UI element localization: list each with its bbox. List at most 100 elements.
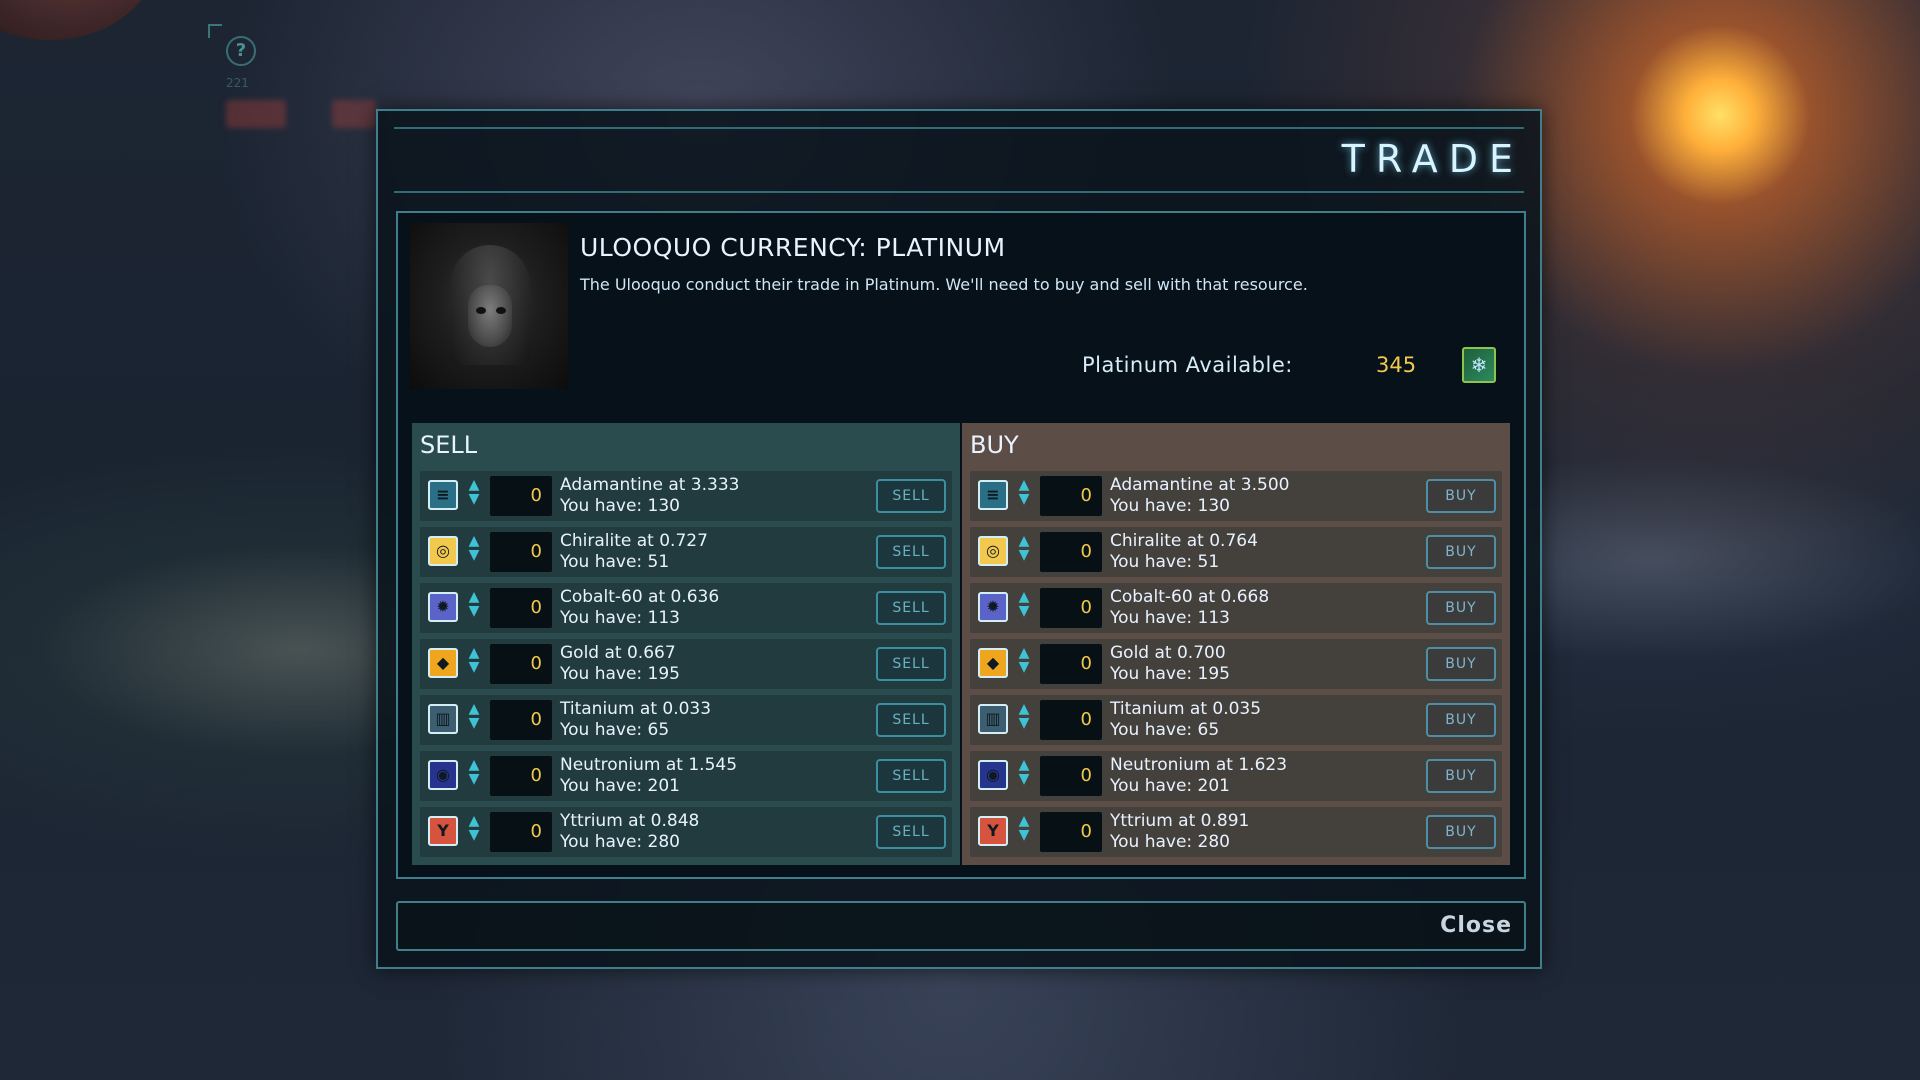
currency-description: The Ulooquo conduct their trade in Plati… [580,275,1308,294]
resource-price: Gold at 0.667 [560,643,676,663]
decrease-arrow-icon[interactable]: ▼ [1014,828,1034,842]
increase-arrow-icon[interactable]: ▲ [1014,814,1034,828]
resource-price: Chiralite at 0.764 [1110,531,1258,551]
decrease-arrow-icon[interactable]: ▼ [464,828,484,842]
increase-arrow-icon[interactable]: ▲ [1014,534,1034,548]
resource-owned: You have: 113 [1110,608,1230,628]
buy-button[interactable]: BUY [1426,479,1496,513]
quantity-input[interactable]: 0 [1040,812,1102,852]
quantity-stepper[interactable]: ▲ ▼ [464,702,484,738]
sell-button[interactable]: SELL [876,647,946,681]
buy-row: ◎ ▲ ▼ 0 Chiralite at 0.764 You have: 51 BUY [970,527,1502,577]
trade-panel: ULOOQUO CURRENCY: PLATINUM The Ulooquo c… [396,211,1526,879]
quantity-input[interactable]: 0 [1040,756,1102,796]
quantity-stepper[interactable]: ▲ ▼ [464,814,484,850]
sell-button[interactable]: SELL [876,815,946,849]
decrease-arrow-icon[interactable]: ▼ [1014,772,1034,786]
quantity-input[interactable]: 0 [490,588,552,628]
portrait-eye [476,307,486,314]
quantity-stepper[interactable]: ▲ ▼ [464,590,484,626]
currency-title: ULOOQUO CURRENCY: PLATINUM [580,233,1006,262]
resource-price: Yttrium at 0.891 [1110,811,1250,831]
quantity-input[interactable]: 0 [1040,476,1102,516]
quantity-input[interactable]: 0 [490,700,552,740]
resource-price: Cobalt-60 at 0.636 [560,587,720,607]
buy-row: ≡ ▲ ▼ 0 Adamantine at 3.500 You have: 130 BUY [970,471,1502,521]
quantity-stepper[interactable]: ▲ ▼ [1014,478,1034,514]
decrease-arrow-icon[interactable]: ▼ [464,548,484,562]
quantity-stepper[interactable]: ▲ ▼ [464,646,484,682]
increase-arrow-icon[interactable]: ▲ [464,814,484,828]
alien-portrait [410,223,568,389]
buy-button[interactable]: BUY [1426,759,1496,793]
increase-arrow-icon[interactable]: ▲ [464,646,484,660]
dialog-title: TRADE [1341,137,1524,181]
resource-owned: You have: 113 [560,608,680,628]
quantity-stepper[interactable]: ▲ ▼ [1014,758,1034,794]
sell-button[interactable]: SELL [876,535,946,569]
increase-arrow-icon[interactable]: ▲ [464,534,484,548]
quantity-input[interactable]: 0 [1040,588,1102,628]
sell-row: Y ▲ ▼ 0 Yttrium at 0.848 You have: 280 SELL [420,807,952,857]
platinum-available-label: Platinum Available: [1082,353,1293,377]
increase-arrow-icon[interactable]: ▲ [1014,646,1034,660]
decrease-arrow-icon[interactable]: ▼ [1014,716,1034,730]
quantity-input[interactable]: 0 [1040,644,1102,684]
sell-button[interactable]: SELL [876,591,946,625]
increase-arrow-icon[interactable]: ▲ [464,702,484,716]
decrease-arrow-icon[interactable]: ▼ [464,492,484,506]
buy-button[interactable]: BUY [1426,647,1496,681]
quantity-input[interactable]: 0 [490,476,552,516]
decrease-arrow-icon[interactable]: ▼ [1014,604,1034,618]
sell-button[interactable]: SELL [876,703,946,737]
quantity-input[interactable]: 0 [1040,532,1102,572]
increase-arrow-icon[interactable]: ▲ [464,478,484,492]
help-icon[interactable]: ? [226,36,256,66]
quantity-stepper[interactable]: ▲ ▼ [464,478,484,514]
quantity-stepper[interactable]: ▲ ▼ [1014,590,1034,626]
increase-arrow-icon[interactable]: ▲ [1014,758,1034,772]
trade-dialog: TRADE ULOOQUO CURRENCY: PLATINUM The Ulo… [376,109,1542,969]
adamantine-icon: ≡ [978,480,1008,510]
quantity-stepper[interactable]: ▲ ▼ [464,534,484,570]
decrease-arrow-icon[interactable]: ▼ [1014,492,1034,506]
increase-arrow-icon[interactable]: ▲ [1014,590,1034,604]
quantity-stepper[interactable]: ▲ ▼ [1014,534,1034,570]
quantity-input[interactable]: 0 [490,756,552,796]
hud-blip [332,100,376,128]
buy-button[interactable]: BUY [1426,591,1496,625]
decrease-arrow-icon[interactable]: ▼ [464,604,484,618]
decrease-arrow-icon[interactable]: ▼ [1014,548,1034,562]
quantity-stepper[interactable]: ▲ ▼ [1014,702,1034,738]
resource-price: Neutronium at 1.545 [560,755,738,775]
quantity-input[interactable]: 0 [1040,700,1102,740]
resource-price: Chiralite at 0.727 [560,531,708,551]
buy-button[interactable]: BUY [1426,703,1496,737]
yttrium-icon: Y [978,816,1008,846]
quantity-input[interactable]: 0 [490,644,552,684]
decrease-arrow-icon[interactable]: ▼ [464,772,484,786]
resource-owned: You have: 51 [1110,552,1220,572]
increase-arrow-icon[interactable]: ▲ [464,758,484,772]
decrease-arrow-icon[interactable]: ▼ [464,716,484,730]
buy-button[interactable]: BUY [1426,815,1496,849]
sell-button[interactable]: SELL [876,479,946,513]
quantity-stepper[interactable]: ▲ ▼ [1014,646,1034,682]
resource-price: Neutronium at 1.623 [1110,755,1288,775]
increase-arrow-icon[interactable]: ▲ [1014,702,1034,716]
decrease-arrow-icon[interactable]: ▼ [1014,660,1034,674]
quantity-input[interactable]: 0 [490,812,552,852]
quantity-stepper[interactable]: ▲ ▼ [464,758,484,794]
buy-column: BUY ≡ ▲ ▼ 0 Adamantine at 3.500 You have: 130… [962,423,1510,865]
close-button[interactable]: Close [1440,913,1512,938]
quantity-input[interactable]: 0 [490,532,552,572]
resource-owned: You have: 280 [560,832,680,852]
buy-button[interactable]: BUY [1426,535,1496,569]
increase-arrow-icon[interactable]: ▲ [1014,478,1034,492]
sell-button[interactable]: SELL [876,759,946,793]
quantity-stepper[interactable]: ▲ ▼ [1014,814,1034,850]
neutronium-icon: ◉ [978,760,1008,790]
increase-arrow-icon[interactable]: ▲ [464,590,484,604]
decrease-arrow-icon[interactable]: ▼ [464,660,484,674]
resource-owned: You have: 195 [560,664,680,684]
